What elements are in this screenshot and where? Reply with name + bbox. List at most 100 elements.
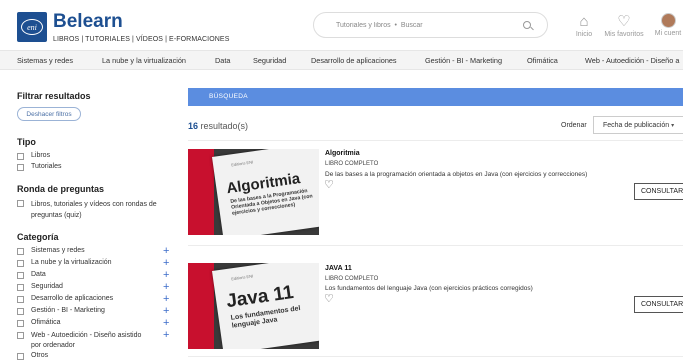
cover-paper: Editions ENI Java 11 Los fundamentos del… bbox=[212, 263, 319, 349]
result-title[interactable]: Algoritmia bbox=[325, 150, 360, 157]
category-label: Gestión - BI - Marketing bbox=[31, 307, 105, 314]
search-box[interactable] bbox=[313, 12, 548, 38]
logo-mark: eni bbox=[21, 19, 43, 35]
expand-plus-icon[interactable]: + bbox=[163, 306, 169, 317]
header: eni Belearn LIBROS | TUTORIALES | VÍDEOS… bbox=[0, 0, 683, 50]
checkbox[interactable] bbox=[17, 296, 24, 303]
filter-label: Libros, tutoriales y vídeos con rondas d… bbox=[31, 199, 157, 221]
divider bbox=[188, 140, 683, 141]
expand-plus-icon[interactable]: + bbox=[163, 258, 169, 269]
undo-filters-button[interactable]: Deshacer filtros bbox=[17, 107, 81, 121]
nav-item-sistemas[interactable]: Sistemas y redes bbox=[17, 56, 73, 65]
consult-button[interactable]: CONSULTAR bbox=[634, 296, 683, 313]
account-label: Mi cuent bbox=[654, 30, 682, 37]
result-title[interactable]: JAVA 11 bbox=[325, 265, 352, 272]
home-icon: ⌂ bbox=[579, 13, 589, 30]
order-select[interactable]: Fecha de publicación ▾ bbox=[593, 116, 683, 134]
order-select-value: Fecha de publicación bbox=[603, 122, 670, 129]
eni-logo[interactable]: eni bbox=[17, 12, 47, 42]
categoria-title: Categoría bbox=[17, 232, 59, 242]
category-label: Otros bbox=[31, 352, 49, 359]
nav-item-web[interactable]: Web - Autoedición - Diseño a bbox=[585, 56, 679, 65]
checkbox[interactable] bbox=[17, 272, 24, 279]
cover-spine bbox=[188, 149, 214, 235]
checkbox[interactable] bbox=[17, 153, 24, 160]
result-count: 16 resultado(s) bbox=[188, 121, 248, 131]
chevron-down-icon: ▾ bbox=[671, 123, 675, 129]
category-otros[interactable]: Otros bbox=[17, 352, 48, 360]
filter-quiz[interactable]: Libros, tutoriales y vídeos con rondas d… bbox=[17, 199, 157, 221]
filter-label-line1: Libros, tutoriales y vídeos con rondas d… bbox=[31, 201, 157, 208]
consult-button[interactable]: CONSULTAR bbox=[634, 183, 683, 200]
divider bbox=[188, 356, 683, 357]
checkbox[interactable] bbox=[17, 320, 24, 327]
search-icon[interactable] bbox=[523, 21, 531, 29]
checkbox[interactable] bbox=[17, 248, 24, 255]
result-description: De las bases a la programación orientada… bbox=[325, 171, 588, 178]
result-count-suffix: resultado(s) bbox=[198, 121, 249, 131]
filter-label-line2: preguntas (quiz) bbox=[31, 212, 82, 219]
nav-item-ofimatica[interactable]: Ofimática bbox=[527, 56, 558, 65]
checkbox[interactable] bbox=[17, 308, 24, 315]
category-ofimatica[interactable]: Ofimática bbox=[17, 319, 61, 327]
category-nube[interactable]: La nube y la virtualización bbox=[17, 259, 112, 267]
favorites-link[interactable]: ♡ Mis favoritos bbox=[600, 13, 648, 38]
brand-tagline: LIBROS | TUTORIALES | VÍDEOS | E-FORMACI… bbox=[53, 36, 230, 43]
avatar bbox=[660, 13, 676, 28]
banner-label: BÚSQUEDA bbox=[209, 93, 248, 100]
result-kind: LIBRO COMPLETO bbox=[325, 161, 379, 167]
brand-name[interactable]: Belearn bbox=[53, 11, 123, 33]
heart-icon: ♡ bbox=[617, 13, 631, 30]
tipo-title: Tipo bbox=[17, 137, 36, 147]
category-label: Ofimática bbox=[31, 319, 61, 326]
expand-plus-icon[interactable]: + bbox=[163, 282, 169, 293]
expand-plus-icon[interactable]: + bbox=[163, 318, 169, 329]
nav-item-desarrollo[interactable]: Desarrollo de aplicaciones bbox=[311, 56, 397, 65]
category-label: Data bbox=[31, 271, 46, 278]
publisher-mark: Editions ENI bbox=[230, 273, 254, 282]
home-link[interactable]: ⌂ Inicio bbox=[568, 13, 600, 38]
checkbox[interactable] bbox=[17, 284, 24, 291]
result-description: Los fundamentos del lenguaje Java (con e… bbox=[325, 285, 533, 292]
filter-label: Libros bbox=[31, 152, 51, 159]
category-seguridad[interactable]: Seguridad bbox=[17, 283, 63, 291]
nav-item-seguridad[interactable]: Seguridad bbox=[253, 56, 286, 65]
search-banner: BÚSQUEDA bbox=[188, 88, 683, 106]
category-label: La nube y la virtualización bbox=[31, 259, 112, 266]
search-input[interactable] bbox=[336, 18, 516, 32]
checkbox[interactable] bbox=[17, 332, 24, 339]
result-kind: LIBRO COMPLETO bbox=[325, 276, 379, 282]
nav-item-gestion[interactable]: Gestión - BI - Marketing bbox=[425, 56, 502, 65]
nav-item-data[interactable]: Data bbox=[215, 56, 230, 65]
category-web[interactable]: Web - Autoedición - Diseño asistido por … bbox=[17, 331, 141, 351]
category-desarrollo[interactable]: Desarrollo de aplicaciones bbox=[17, 295, 113, 303]
favorite-heart-icon[interactable]: ♡ bbox=[324, 180, 334, 191]
expand-plus-icon[interactable]: + bbox=[163, 246, 169, 257]
category-label: Sistemas y redes bbox=[31, 247, 85, 254]
expand-plus-icon[interactable]: + bbox=[163, 270, 169, 281]
category-nav: Sistemas y redes La nube y la virtualiza… bbox=[0, 50, 683, 70]
book-cover[interactable]: Editions ENI Java 11 Los fundamentos del… bbox=[188, 263, 319, 349]
publisher-mark: Editions ENI bbox=[230, 159, 254, 168]
home-label: Inicio bbox=[575, 31, 593, 38]
filter-label: Tutoriales bbox=[31, 163, 62, 170]
filter-libros[interactable]: Libros bbox=[17, 152, 50, 160]
account-link[interactable]: Mi cuent bbox=[650, 13, 683, 37]
filter-tutoriales[interactable]: Tutoriales bbox=[17, 163, 61, 171]
checkbox[interactable] bbox=[17, 164, 24, 171]
divider bbox=[188, 245, 683, 246]
expand-plus-icon[interactable]: + bbox=[163, 330, 169, 341]
category-data[interactable]: Data bbox=[17, 271, 46, 279]
result-count-number: 16 bbox=[188, 121, 199, 131]
category-gestion[interactable]: Gestión - BI - Marketing bbox=[17, 307, 105, 315]
order-label: Ordenar bbox=[561, 122, 587, 129]
checkbox[interactable] bbox=[17, 353, 24, 360]
book-cover[interactable]: Editions ENI Algoritmia De las bases a l… bbox=[188, 149, 319, 235]
expand-plus-icon[interactable]: + bbox=[163, 294, 169, 305]
category-label: Desarrollo de aplicaciones bbox=[31, 295, 114, 302]
favorite-heart-icon[interactable]: ♡ bbox=[324, 294, 334, 305]
checkbox[interactable] bbox=[17, 200, 24, 207]
nav-item-nube[interactable]: La nube y la virtualización bbox=[102, 56, 186, 65]
checkbox[interactable] bbox=[17, 260, 24, 267]
category-sistemas[interactable]: Sistemas y redes bbox=[17, 247, 85, 255]
